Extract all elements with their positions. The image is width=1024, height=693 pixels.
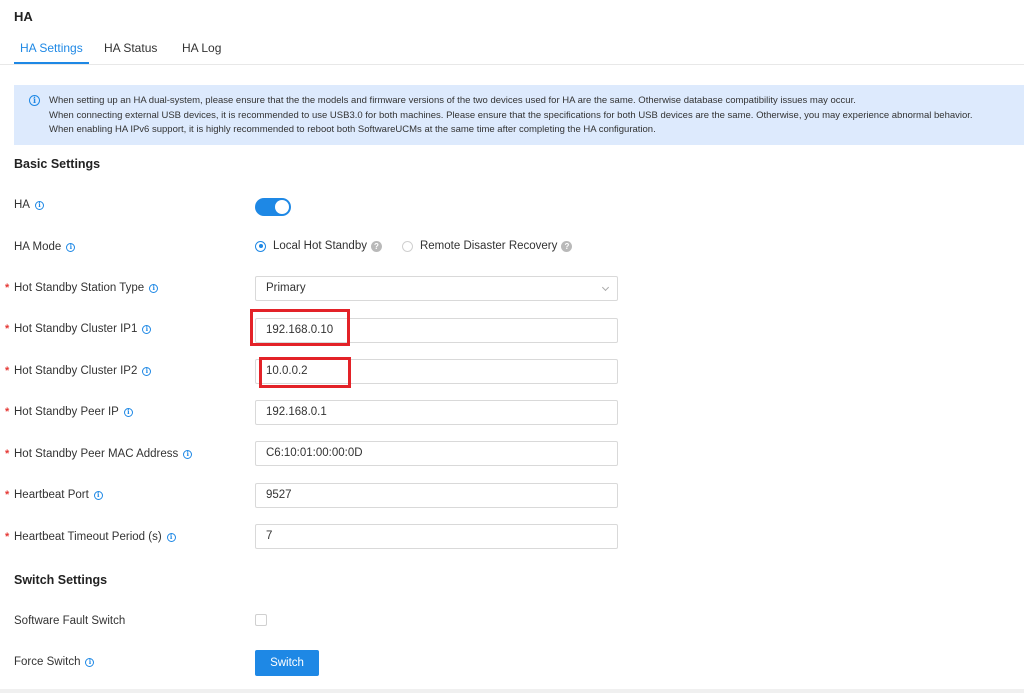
- info-icon[interactable]: i: [66, 242, 76, 252]
- heartbeat-port-label: * Heartbeat Port i: [5, 489, 103, 501]
- peer-ip-input[interactable]: 192.168.0.1: [255, 400, 618, 425]
- toggle-knob: [275, 200, 289, 214]
- required-marker: *: [5, 365, 10, 377]
- heartbeat-timeout-input[interactable]: 7: [255, 524, 618, 549]
- notice-line-3: When enabling HA IPv6 support, it is hig…: [49, 124, 656, 135]
- tab-ha-log[interactable]: HA Log: [182, 36, 221, 65]
- bottom-divider: [0, 689, 1024, 693]
- info-icon[interactable]: i: [166, 532, 176, 542]
- cluster-ip2-label: * Hot Standby Cluster IP2 i: [5, 365, 152, 377]
- highlight-box-ip2: [259, 357, 351, 388]
- software-fault-label-text: Software Fault Switch: [14, 615, 126, 627]
- ha-label: HA i: [14, 199, 44, 211]
- page-title: HA: [14, 9, 33, 24]
- heartbeat-port-input[interactable]: 9527: [255, 483, 618, 508]
- question-icon[interactable]: ?: [561, 240, 573, 252]
- required-marker: *: [5, 448, 10, 460]
- heartbeat-timeout-value: 7: [266, 530, 273, 542]
- force-switch-label: Force Switch i: [14, 656, 95, 668]
- radio-label-local: Local Hot Standby: [273, 240, 367, 252]
- highlight-box-ip1: [250, 309, 350, 346]
- station-type-label-text: Hot Standby Station Type: [14, 282, 145, 294]
- ha-toggle[interactable]: [255, 198, 291, 216]
- peer-ip-label: * Hot Standby Peer IP i: [5, 406, 133, 418]
- radio-unchecked-icon[interactable]: [401, 240, 413, 252]
- cluster-ip1-label-text: Hot Standby Cluster IP1: [14, 323, 138, 335]
- chevron-down-icon: [601, 283, 610, 292]
- station-type-select[interactable]: Primary: [255, 276, 618, 301]
- info-icon[interactable]: i: [183, 449, 193, 459]
- notice-line-1: When setting up an HA dual-system, pleas…: [49, 95, 856, 106]
- tab-ha-settings[interactable]: HA Settings: [14, 36, 89, 65]
- radio-local-hot-standby[interactable]: Local Hot Standby ?: [255, 240, 382, 252]
- radio-label-remote: Remote Disaster Recovery: [419, 240, 558, 252]
- basic-settings-title: Basic Settings: [14, 157, 101, 171]
- heartbeat-timeout-label-text: Heartbeat Timeout Period (s): [14, 531, 162, 543]
- software-fault-checkbox[interactable]: [255, 614, 267, 626]
- heartbeat-timeout-label: * Heartbeat Timeout Period (s) i: [5, 531, 176, 543]
- force-switch-label-text: Force Switch: [14, 656, 81, 668]
- ha-mode-radio-group: Local Hot Standby ? Remote Disaster Reco…: [255, 240, 573, 252]
- radio-checked-icon[interactable]: [255, 240, 266, 252]
- ha-label-text: HA: [14, 199, 30, 211]
- station-type-label: * Hot Standby Station Type i: [5, 282, 159, 294]
- notice-banner: i When setting up an HA dual-system, ple…: [14, 85, 1024, 145]
- radio-remote-disaster-recovery[interactable]: Remote Disaster Recovery ?: [401, 240, 573, 252]
- required-marker: *: [5, 323, 10, 335]
- heartbeat-port-label-text: Heartbeat Port: [14, 489, 89, 501]
- question-icon[interactable]: ?: [370, 240, 382, 252]
- required-marker: *: [5, 489, 10, 501]
- cluster-ip2-label-text: Hot Standby Cluster IP2: [14, 365, 138, 377]
- info-circle-icon: i: [29, 95, 40, 106]
- peer-mac-value: C6:10:01:00:00:0D: [266, 447, 363, 459]
- info-icon[interactable]: i: [85, 657, 95, 667]
- heartbeat-port-value: 9527: [266, 489, 292, 501]
- info-icon[interactable]: i: [93, 490, 103, 500]
- info-icon[interactable]: i: [149, 283, 159, 293]
- tab-ha-status[interactable]: HA Status: [104, 36, 157, 65]
- software-fault-label: Software Fault Switch: [14, 615, 125, 627]
- required-marker: *: [5, 282, 10, 294]
- switch-button[interactable]: Switch: [255, 650, 319, 676]
- required-marker: *: [5, 406, 10, 418]
- peer-mac-input[interactable]: C6:10:01:00:00:0D: [255, 441, 618, 466]
- info-icon[interactable]: i: [142, 324, 152, 334]
- ha-mode-label-text: HA Mode: [14, 241, 62, 253]
- peer-mac-label: * Hot Standby Peer MAC Address i: [5, 448, 193, 460]
- peer-mac-label-text: Hot Standby Peer MAC Address: [14, 448, 179, 460]
- required-marker: *: [5, 531, 10, 543]
- peer-ip-label-text: Hot Standby Peer IP: [14, 406, 119, 418]
- info-icon[interactable]: i: [123, 407, 133, 417]
- info-icon[interactable]: i: [34, 200, 44, 210]
- station-type-value: Primary: [266, 282, 306, 294]
- tab-bar: HA Settings HA Status HA Log: [0, 36, 1024, 65]
- info-icon[interactable]: i: [142, 366, 152, 376]
- cluster-ip1-label: * Hot Standby Cluster IP1 i: [5, 323, 152, 335]
- switch-settings-title: Switch Settings: [14, 573, 108, 587]
- notice-line-2: When connecting external USB devices, it…: [49, 109, 973, 121]
- ha-mode-label: HA Mode i: [14, 241, 76, 253]
- peer-ip-value: 192.168.0.1: [266, 406, 327, 418]
